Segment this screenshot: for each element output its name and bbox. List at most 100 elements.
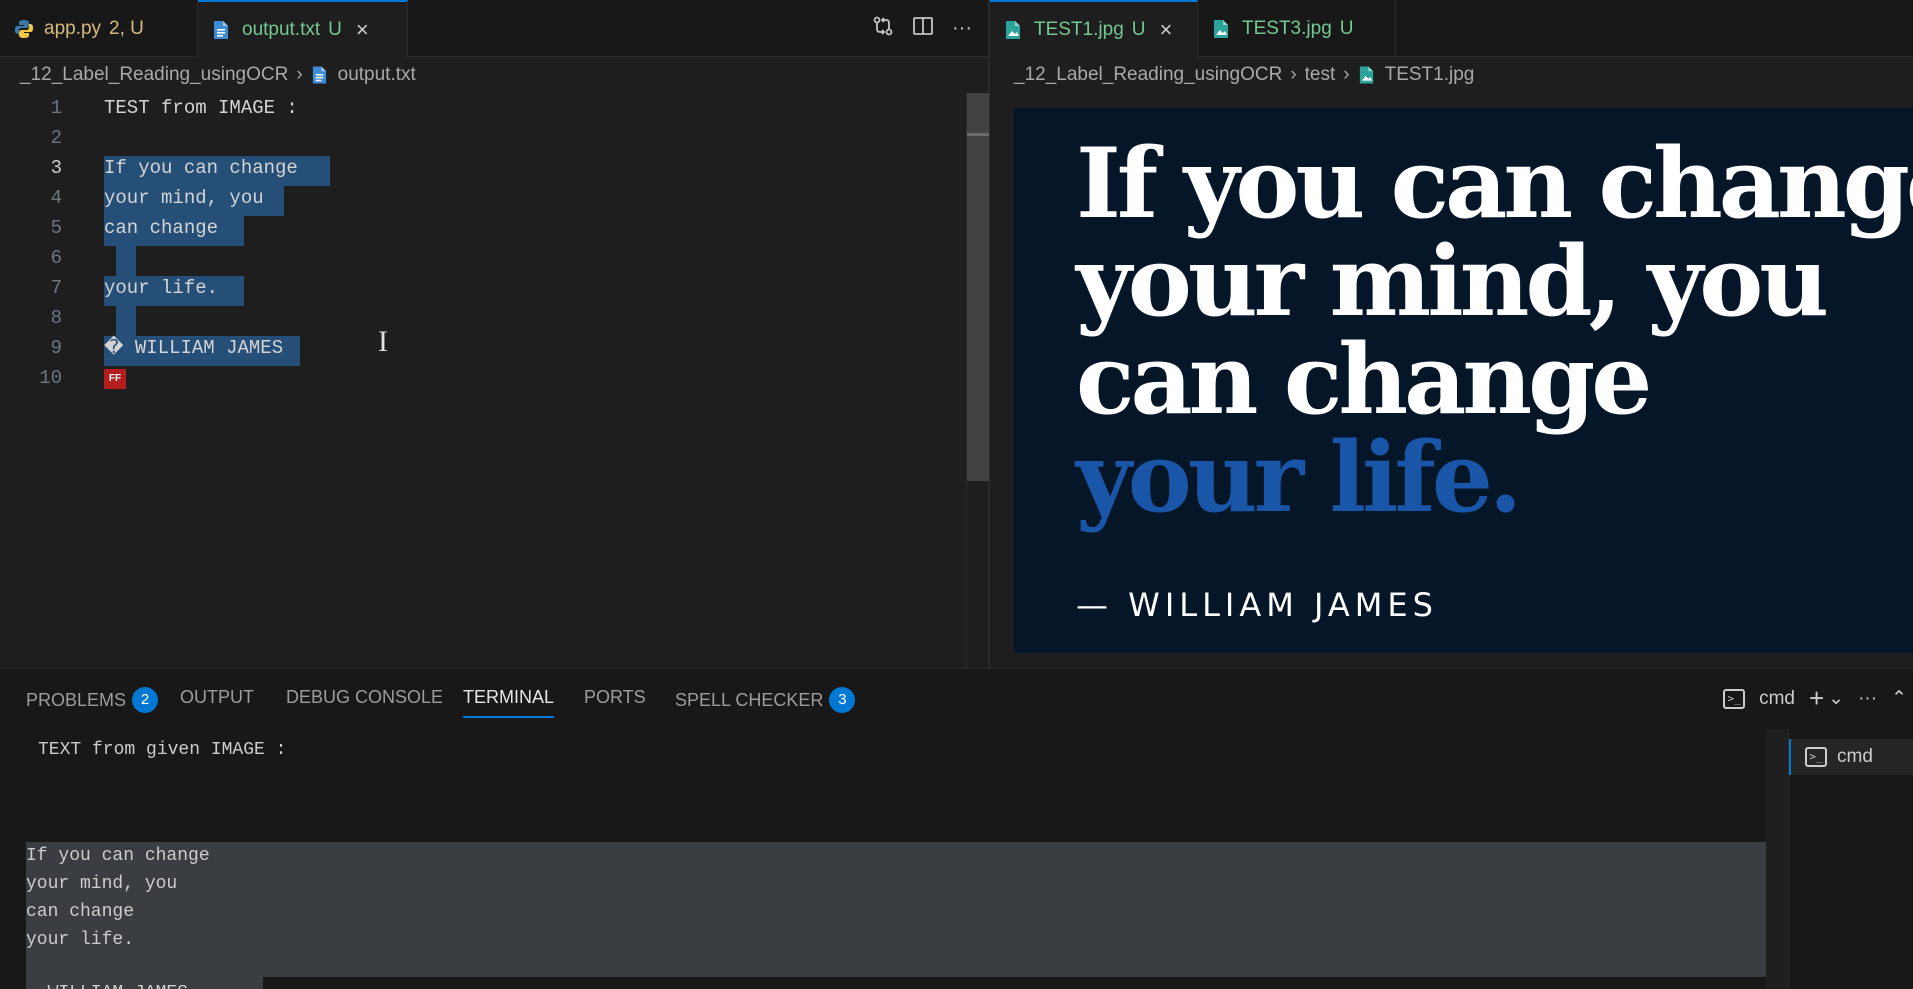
tab-label: app.py — [44, 17, 102, 39]
text-file-icon — [311, 65, 328, 85]
terminal-scrollbar[interactable] — [1766, 729, 1788, 989]
more-actions-icon[interactable]: ··· — [1858, 688, 1877, 710]
breadcrumb-folder[interactable]: _12_Label_Reading_usingOCR — [20, 64, 288, 86]
tab-debug-console[interactable]: DEBUG CONSOLE — [286, 687, 443, 708]
tab-status: U — [1131, 19, 1146, 40]
editor-line: 5 can change — [0, 213, 980, 243]
tab-terminal[interactable]: TERMINAL — [463, 687, 555, 718]
tab-test3-jpg[interactable]: TEST3.jpg U — [1198, 0, 1396, 57]
line-number: 3 — [50, 157, 62, 179]
editor-line: 1 TEST from IMAGE : — [0, 93, 980, 123]
new-terminal-icon[interactable]: + — [1809, 683, 1824, 714]
image-file-icon — [1212, 19, 1232, 39]
tab-label: OUTPUT — [180, 687, 254, 707]
editor-line: 8 — [0, 303, 980, 333]
chevron-right-icon: › — [296, 64, 303, 85]
chevron-right-icon: › — [1290, 64, 1297, 85]
line-text: your life. — [104, 277, 219, 299]
editor-line: 6 — [0, 243, 980, 273]
line-number: 10 — [39, 367, 62, 389]
line-number: 8 — [50, 307, 62, 329]
tab-output[interactable]: OUTPUT — [180, 687, 254, 708]
terminal-line: If you can change — [26, 846, 210, 866]
tab-label: PORTS — [584, 687, 646, 707]
image-preview: If you can change your mind, you can cha… — [1014, 108, 1913, 653]
editor-scrollbar[interactable] — [966, 93, 989, 668]
tab-ports[interactable]: PORTS — [584, 687, 646, 708]
terminal-line: TEXT from given IMAGE : — [38, 740, 287, 760]
count-badge: 2 — [132, 687, 159, 713]
terminal-icon: >_ — [1805, 747, 1827, 767]
right-editor-tabbar: TEST1.jpg U × TEST3.jpg U — [990, 0, 1913, 58]
text-editor[interactable]: 1 TEST from IMAGE : 2 3 If you can chang… — [0, 93, 988, 668]
shell-label[interactable]: cmd — [1759, 688, 1795, 710]
breadcrumb: _12_Label_Reading_usingOCR › output.txt — [20, 57, 416, 93]
line-text: your mind, you — [104, 187, 264, 209]
tab-app-py[interactable]: app.py 2, U — [0, 0, 198, 57]
terminal-line: can change — [26, 902, 135, 922]
terminal-selection — [26, 842, 1766, 977]
tab-problems[interactable]: PROBLEMS 2 — [26, 687, 159, 713]
tab-status: U — [328, 19, 342, 40]
breadcrumb-file[interactable]: output.txt — [338, 64, 416, 86]
tab-test1-jpg[interactable]: TEST1.jpg U × — [990, 0, 1198, 58]
tab-label: TERMINAL — [463, 687, 555, 707]
breadcrumb-file[interactable]: TEST1.jpg — [1385, 64, 1475, 86]
tab-status: 2, U — [109, 17, 144, 39]
chevron-right-icon: › — [1343, 64, 1350, 85]
panel-tabbar: PROBLEMS 2 OUTPUT DEBUG CONSOLE TERMINAL… — [0, 669, 1913, 729]
close-icon[interactable]: × — [1160, 17, 1173, 43]
breadcrumb-folder[interactable]: _12_Label_Reading_usingOCR — [1014, 64, 1282, 86]
tab-label: SPELL CHECKER — [675, 689, 824, 710]
terminal-line: your life. — [26, 930, 135, 950]
count-badge: 3 — [829, 687, 856, 713]
image-file-icon — [1004, 20, 1024, 40]
editor-actions: ··· — [872, 0, 972, 57]
tab-label: DEBUG CONSOLE — [286, 687, 444, 707]
chevron-down-icon[interactable]: ⌄ — [1828, 687, 1844, 710]
close-icon[interactable]: × — [356, 17, 369, 43]
terminal-output[interactable]: TEXT from given IMAGE : If you can chang… — [0, 729, 1766, 989]
tab-label: PROBLEMS — [26, 689, 127, 710]
quote-line: your mind, you — [1076, 225, 1829, 338]
form-feed-marker: FF — [104, 369, 126, 389]
tab-label: TEST1.jpg — [1034, 19, 1124, 40]
terminal-list-item[interactable]: >_ cmd — [1789, 739, 1913, 775]
editor-line: 7 your life. — [0, 273, 980, 303]
tab-spell-checker[interactable]: SPELL CHECKER 3 — [675, 687, 856, 713]
text-file-icon — [212, 20, 232, 40]
editor-line: 9 � WILLIAM JAMES — [0, 333, 980, 363]
more-actions-icon[interactable]: ··· — [952, 17, 972, 40]
tab-label: output.txt — [242, 19, 321, 40]
image-file-icon — [1358, 65, 1375, 85]
terminal-line: — WILLIAM JAMES — [26, 979, 188, 989]
editor-line: 3 If you can change — [0, 153, 980, 183]
terminal-name: cmd — [1837, 746, 1873, 767]
line-text: can change — [104, 217, 219, 239]
scrollbar-thumb[interactable] — [967, 93, 989, 481]
editor-line: 2 — [0, 123, 980, 153]
tab-output-txt[interactable]: output.txt U × — [198, 0, 408, 58]
quote-line: If you can change — [1076, 127, 1913, 240]
line-number: 6 — [50, 247, 62, 269]
line-number: 5 — [50, 217, 62, 239]
tab-label: TEST3.jpg — [1242, 17, 1332, 39]
terminal-icon: >_ — [1723, 688, 1746, 709]
line-number: 2 — [50, 127, 62, 149]
line-number: 9 — [50, 337, 62, 359]
python-icon — [14, 19, 34, 39]
editor-line: 4 your mind, you — [0, 183, 980, 213]
editor-line: 10 FF — [0, 363, 980, 393]
terminal-line: your mind, you — [26, 874, 178, 894]
breadcrumb-subfolder[interactable]: test — [1305, 64, 1336, 86]
quote-author: — WILLIAM JAMES — [1076, 586, 1438, 624]
line-number: 1 — [50, 97, 62, 119]
chevron-up-icon[interactable]: ⌃ — [1891, 687, 1907, 710]
split-editor-icon[interactable] — [912, 15, 934, 43]
quote-line-highlight: your life. — [1076, 421, 1522, 534]
line-text: � WILLIAM JAMES — [104, 337, 284, 359]
breadcrumb: _12_Label_Reading_usingOCR › test › TEST… — [1014, 57, 1474, 93]
compare-changes-icon[interactable] — [872, 15, 894, 43]
left-editor-tabbar: app.py 2, U output.txt U × ··· — [0, 0, 988, 58]
panel-actions: >_ cmd + ⌄ ··· ⌃ — [1723, 683, 1907, 714]
